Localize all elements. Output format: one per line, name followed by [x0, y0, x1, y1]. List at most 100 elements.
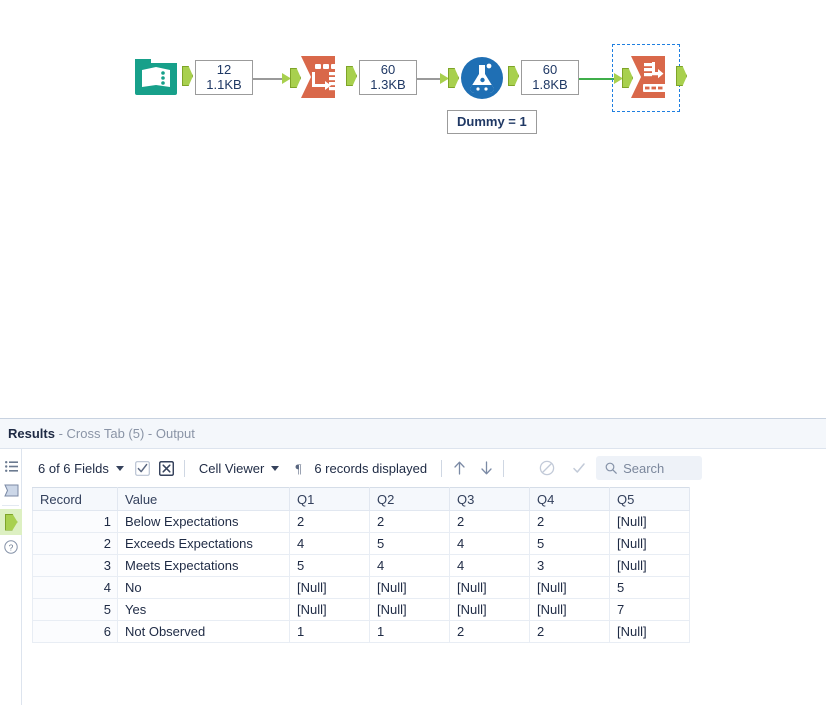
- table-row[interactable]: 1 Below Expectations 2 2 2 2 [Null]: [32, 510, 690, 533]
- cell-record: 3: [32, 554, 118, 577]
- search-icon: [605, 462, 617, 474]
- cell-q3: 2: [449, 510, 530, 533]
- no-warnings-icon[interactable]: [570, 459, 588, 477]
- output-anchor[interactable]: [0, 509, 22, 535]
- transpose-icon: [301, 56, 337, 98]
- list-view-icon[interactable]: [0, 454, 22, 478]
- cell-value: Yes: [117, 598, 290, 621]
- input-anchor-formula[interactable]: [448, 68, 459, 88]
- node-transpose[interactable]: [299, 54, 345, 105]
- data-label-2: 60 1.3KB: [359, 60, 417, 95]
- results-source: - Cross Tab (5) - Output: [54, 426, 195, 441]
- fields-selector[interactable]: 6 of 6 Fields: [32, 461, 130, 476]
- cell-q3: 2: [449, 620, 530, 643]
- cell-q4: 2: [529, 620, 610, 643]
- cell-q5: [Null]: [609, 554, 690, 577]
- no-errors-icon[interactable]: [538, 459, 556, 477]
- cell-viewer-selector[interactable]: Cell Viewer: [193, 461, 286, 476]
- cell-q1: 4: [289, 532, 370, 555]
- results-panel-title: Results - Cross Tab (5) - Output: [0, 419, 826, 449]
- output-anchor-input-data[interactable]: [182, 66, 193, 86]
- deselect-all-fields-icon[interactable]: [158, 459, 176, 477]
- layout-icon[interactable]: [0, 478, 22, 502]
- node-cross-tab[interactable]: [629, 54, 675, 105]
- cell-value: Exceeds Expectations: [117, 532, 290, 555]
- scroll-up-icon[interactable]: [450, 459, 468, 477]
- cell-q2: 4: [369, 554, 450, 577]
- cell-q3: [Null]: [449, 598, 530, 621]
- table-header-row: Record Value Q1 Q2 Q3 Q4 Q5: [32, 487, 690, 511]
- column-header-value[interactable]: Value: [117, 487, 290, 511]
- cell-q2: 2: [369, 510, 450, 533]
- data-label-3: 60 1.8KB: [521, 60, 579, 95]
- column-header-record[interactable]: Record: [32, 487, 118, 511]
- table-row[interactable]: 6 Not Observed 1 1 2 2 [Null]: [32, 620, 690, 643]
- book-icon: [135, 59, 177, 95]
- cell-q4: 5: [529, 532, 610, 555]
- node-annotation-formula: Dummy = 1: [447, 110, 537, 134]
- connection-1-arrow: [282, 73, 291, 84]
- record-count: 60: [542, 62, 558, 77]
- svg-text:¶: ¶: [295, 461, 301, 476]
- node-input-data[interactable]: [133, 53, 179, 104]
- cell-q5: [Null]: [609, 620, 690, 643]
- flask-icon: [461, 57, 503, 99]
- output-anchor-cross-tab[interactable]: [676, 66, 687, 86]
- scroll-down-icon[interactable]: [477, 459, 495, 477]
- select-all-fields-icon[interactable]: [134, 459, 152, 477]
- table-row[interactable]: 4 No [Null] [Null] [Null] [Null] 5: [32, 576, 690, 599]
- results-label: Results: [8, 426, 55, 441]
- search-input[interactable]: Search: [596, 456, 703, 480]
- output-anchor-transpose[interactable]: [346, 66, 357, 86]
- cell-value: Not Observed: [117, 620, 290, 643]
- column-header-q1[interactable]: Q1: [289, 487, 370, 511]
- cell-q2: 1: [369, 620, 450, 643]
- cell-q4: 3: [529, 554, 610, 577]
- column-header-q2[interactable]: Q2: [369, 487, 450, 511]
- fields-label: 6 of 6 Fields: [38, 460, 109, 476]
- svg-text:?: ?: [9, 542, 14, 552]
- cell-q5: [Null]: [609, 510, 690, 533]
- column-header-q4[interactable]: Q4: [529, 487, 610, 511]
- cell-q4: [Null]: [529, 598, 610, 621]
- cell-record: 2: [32, 532, 118, 555]
- cell-value: Below Expectations: [117, 510, 290, 533]
- search-placeholder: Search: [623, 460, 665, 476]
- column-header-q5[interactable]: Q5: [609, 487, 690, 511]
- toolbar-divider-3: [503, 459, 505, 477]
- table-body: 1 Below Expectations 2 2 2 2 [Null] 2 Ex…: [32, 510, 690, 643]
- cell-viewer-label: Cell Viewer: [198, 460, 265, 476]
- rail-divider: [2, 505, 19, 506]
- cell-value: No: [117, 576, 290, 599]
- cell-q5: 5: [609, 576, 690, 599]
- cell-q2: 5: [369, 532, 450, 555]
- table-row[interactable]: 5 Yes [Null] [Null] [Null] [Null] 7: [32, 598, 690, 621]
- data-label-1: 12 1.1KB: [195, 60, 253, 95]
- chevron-down-icon: [115, 465, 124, 471]
- table-row[interactable]: 3 Meets Expectations 5 4 4 3 [Null]: [32, 554, 690, 577]
- pilcrow-icon[interactable]: ¶: [289, 459, 307, 477]
- cell-q5: 7: [609, 598, 690, 621]
- connection-1[interactable]: [253, 78, 287, 80]
- cell-record: 6: [32, 620, 118, 643]
- results-table-container[interactable]: Record Value Q1 Q2 Q3 Q4 Q5 1 Below Expe: [32, 487, 826, 705]
- cell-q1: [Null]: [289, 576, 370, 599]
- table-row[interactable]: 2 Exceeds Expectations 4 5 4 5 [Null]: [32, 532, 690, 555]
- results-toolbar: 6 of 6 Fields Cell Viewer ¶ 6 records di…: [22, 449, 826, 487]
- toolbar-divider-1: [183, 459, 185, 477]
- crosstab-icon: [631, 56, 666, 98]
- output-anchor-formula[interactable]: [508, 66, 519, 86]
- workflow-canvas[interactable]: 12 1.1KB 60 1.3KB Dummy = 1 60 1.8KB: [0, 0, 826, 418]
- cell-record: 5: [32, 598, 118, 621]
- node-formula[interactable]: [459, 55, 505, 106]
- help-icon[interactable]: ?: [0, 535, 22, 559]
- data-size: 1.8KB: [532, 77, 568, 92]
- cell-q2: [Null]: [369, 576, 450, 599]
- column-header-q3[interactable]: Q3: [449, 487, 530, 511]
- data-size: 1.1KB: [206, 77, 242, 92]
- cell-q2: [Null]: [369, 598, 450, 621]
- cell-q3: [Null]: [449, 576, 530, 599]
- cell-value: Meets Expectations: [117, 554, 290, 577]
- cell-q5: [Null]: [609, 532, 690, 555]
- results-side-rail: ?: [0, 449, 22, 705]
